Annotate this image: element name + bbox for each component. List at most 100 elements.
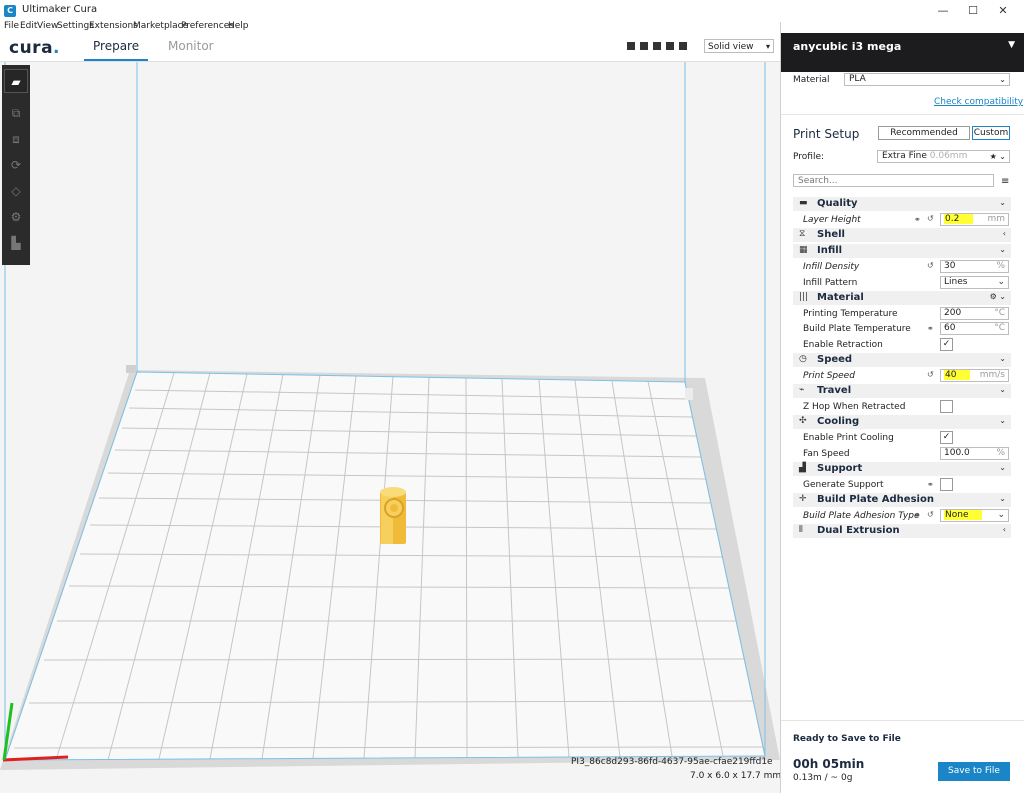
adhesion-type-select[interactable]: None ⌄ [940,509,1009,522]
chevron-down-icon: ⌄ [999,198,1006,207]
category-shell[interactable]: ⧖ Shell ‹ [793,228,1011,242]
chevron-down-icon: ⌄ [999,416,1006,425]
slice-status: Ready to Save to File [793,734,901,744]
setting-print-cooling-label: Enable Print Cooling [803,433,894,443]
fan-speed-field[interactable]: 100.0% [940,447,1009,460]
cura-topbar: cura. Prepare Monitor Solid view ▾ [0,33,780,62]
reset-icon[interactable]: ↺ [927,370,934,379]
settings-search-input[interactable] [793,174,994,187]
per-model-settings-icon[interactable]: ⚙ [4,205,28,229]
setting-adhesion-type-label: Build Plate Adhesion Type [803,511,920,521]
quality-icon: ▬ [799,198,808,208]
scale-icon[interactable]: ⧈ [4,127,28,151]
3d-viewport[interactable] [0,62,780,793]
close-button[interactable]: ✕ [988,2,1018,20]
setting-layer-height-label: Layer Height [803,215,861,225]
move-icon[interactable]: ⧉ [4,101,28,125]
mirror-icon[interactable]: ◇ [4,179,28,203]
view-mode-select[interactable]: Solid view ▾ [704,39,774,53]
adhesion-icon: ✛ [799,494,807,504]
category-cooling[interactable]: ✣ Cooling ⌄ [793,415,1011,429]
material-select[interactable]: PLA ⌄ [844,73,1010,86]
profile-select[interactable]: Extra Fine 0.06mm ★ ⌄ [877,150,1010,163]
reset-icon[interactable]: ↺ [927,261,934,270]
category-dual-extrusion[interactable]: ⫴ Dual Extrusion ‹ [793,524,1011,538]
setting-retraction-label: Enable Retraction [803,340,883,350]
chevron-down-icon: ⌄ [999,494,1006,503]
print-setup-title: Print Setup [793,127,860,141]
chevron-down-icon: ⌄ [997,277,1005,287]
menu-bar: File Edit View Settings Extensions Marke… [0,21,780,33]
printer-selector[interactable]: anycubic i3 mega ▼ [781,33,1024,72]
link-icon: ⚭ [927,324,934,333]
tab-prepare[interactable]: Prepare [93,39,139,53]
rotate-icon[interactable]: ⟳ [4,153,28,177]
view-3d-icon[interactable] [627,42,635,50]
chevron-down-icon: ▾ [765,42,770,51]
print-speed-field[interactable]: 40 mm/s [940,369,1009,382]
cura-app-icon: C [4,5,16,17]
object-name-label: PI3_86c8d293-86fd-4637-95ae-cfae219ffd1e [571,757,773,767]
menu-view[interactable]: View [37,21,58,31]
chevron-down-icon: ⌄ [999,385,1006,394]
category-travel[interactable]: ⌁ Travel ⌄ [793,384,1011,398]
menu-extensions[interactable]: Extensions [89,21,138,31]
category-infill[interactable]: ▦ Infill ⌄ [793,244,1011,258]
maximize-button[interactable]: ☐ [958,2,988,20]
view-top-icon[interactable] [653,42,661,50]
category-speed[interactable]: ◷ Speed ⌄ [793,353,1011,367]
model-pi3[interactable] [380,487,406,544]
category-adhesion[interactable]: ✛ Build Plate Adhesion ⌄ [793,493,1011,507]
chevron-down-icon: ⌄ [999,463,1006,472]
open-folder-icon[interactable]: ▰ [4,69,28,93]
settings-menu-icon[interactable]: ≡ [1001,176,1009,187]
reset-icon[interactable]: ↺ [927,510,934,519]
setting-infill-pattern-label: Infill Pattern [803,278,858,288]
speed-icon: ◷ [799,354,807,364]
setting-bed-temp-label: Build Plate Temperature [803,324,911,334]
window-titlebar: C Ultimaker Cura — ☐ ✕ [0,0,1024,22]
object-dimensions: 7.0 x 6.0 x 17.7 mm [690,771,782,781]
infill-density-field[interactable]: 30% [940,260,1009,273]
category-quality[interactable]: ▬ Quality ⌄ [793,197,1011,211]
material-label: Material [793,75,830,85]
infill-pattern-select[interactable]: Lines ⌄ [940,276,1009,289]
minimize-button[interactable]: — [928,2,958,20]
retraction-checkbox[interactable]: ✓ [940,338,953,351]
link-icon: ⚭ [927,480,934,489]
print-cooling-checkbox[interactable]: ✓ [940,431,953,444]
menu-edit[interactable]: Edit [20,21,37,31]
layer-height-field[interactable]: 0.2 mm [940,213,1009,226]
view-front-icon[interactable] [640,42,648,50]
menu-marketplace[interactable]: Marketplace [133,21,188,31]
category-support[interactable]: ▟ Support ⌄ [793,462,1011,476]
tab-monitor[interactable]: Monitor [168,39,214,53]
gen-support-checkbox[interactable] [940,478,953,491]
travel-icon: ⌁ [799,385,805,395]
dual-extrusion-icon: ⫴ [799,525,803,535]
build-plate-scene [0,62,780,770]
printer-name: anycubic i3 mega [793,40,902,53]
reset-icon[interactable]: ↺ [927,214,934,223]
setting-fan-speed-label: Fan Speed [803,449,850,459]
support-blocker-icon[interactable]: ▙ [4,231,28,255]
zhop-checkbox[interactable] [940,400,953,413]
view-left-icon[interactable] [666,42,674,50]
custom-mode-button[interactable]: Custom [972,126,1010,140]
setting-infill-density-label: Infill Density [803,262,860,272]
print-temp-field[interactable]: 200 °C [940,307,1009,320]
menu-file[interactable]: File [4,21,19,31]
chevron-left-icon: ‹ [1002,525,1006,534]
view-right-icon[interactable] [679,42,687,50]
setting-print-speed-label: Print Speed [803,371,855,381]
check-compatibility-link[interactable]: Check compatibility [934,97,1023,107]
chevron-left-icon: ‹ [1002,229,1006,238]
recommended-mode-button[interactable]: Recommended [878,126,970,140]
support-icon: ▟ [799,463,806,473]
menu-preferences[interactable]: Preferences [181,21,234,31]
save-to-file-button[interactable]: Save to File [938,762,1010,781]
bed-temp-field[interactable]: 60 °C [940,322,1009,335]
menu-help[interactable]: Help [228,21,249,31]
category-material[interactable]: ||| Material ⚙ ⌄ [793,291,1011,305]
divider [781,720,1024,721]
